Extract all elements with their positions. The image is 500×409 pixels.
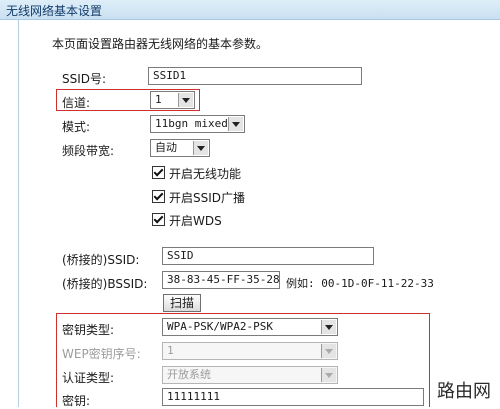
channel-select[interactable]: 1 [150, 91, 195, 109]
bssid-example-hint: 例如: 00-1D-0F-11-22-33 [286, 277, 434, 290]
bandwidth-value: 自动 [155, 141, 177, 154]
enable-wds-checkbox[interactable] [152, 213, 165, 226]
channel-value: 1 [155, 93, 162, 106]
bridged-bssid-input[interactable]: 38-83-45-FF-35-28 [162, 271, 280, 289]
chevron-down-icon[interactable] [321, 320, 336, 334]
wep-key-index-select[interactable]: 1 [162, 342, 338, 360]
page-description: 本页面设置路由器无线网络的基本参数。 [52, 37, 269, 51]
bridged-ssid-label: (桥接的)SSID: [62, 253, 140, 267]
chevron-down-icon[interactable] [178, 93, 193, 107]
mode-select[interactable]: 11bgn mixed [150, 115, 245, 133]
auth-type-label: 认证类型: [62, 371, 115, 385]
page-title: 无线网络基本设置 [6, 4, 103, 18]
ssid-label: SSID号: [62, 72, 107, 86]
key-input[interactable]: 11111111 [162, 388, 424, 406]
wep-key-index-label: WEP密钥序号: [62, 347, 141, 361]
mode-label: 模式: [62, 120, 91, 134]
bridged-ssid-input[interactable]: SSID [162, 247, 374, 265]
chevron-down-icon[interactable] [228, 117, 243, 131]
chevron-down-icon[interactable] [321, 368, 336, 382]
watermark-logo: 路由网 [434, 377, 494, 403]
scan-button[interactable]: 扫描 [163, 294, 202, 312]
enable-ssid-broadcast-label: 开启SSID广播 [169, 191, 246, 205]
enable-wireless-checkbox[interactable] [152, 166, 165, 179]
auth-type-select[interactable]: 开放系统 [162, 366, 338, 384]
key-type-value: WPA-PSK/WPA2-PSK [167, 320, 273, 333]
bandwidth-select[interactable]: 自动 [150, 139, 210, 157]
auth-type-value: 开放系统 [167, 368, 211, 381]
channel-label: 信道: [62, 96, 91, 110]
enable-wireless-label: 开启无线功能 [169, 167, 242, 181]
key-type-label: 密钥类型: [62, 323, 115, 337]
mode-value: 11bgn mixed [155, 117, 228, 130]
enable-wds-label: 开启WDS [169, 214, 222, 228]
title-bar: 无线网络基本设置 [0, 0, 500, 20]
bridged-bssid-label: (桥接的)BSSID: [62, 277, 148, 291]
bandwidth-label: 频段带宽: [62, 144, 115, 158]
key-type-select[interactable]: WPA-PSK/WPA2-PSK [162, 318, 338, 336]
enable-ssid-broadcast-checkbox[interactable] [152, 190, 165, 203]
key-label: 密钥: [62, 394, 91, 408]
chevron-down-icon[interactable] [321, 344, 336, 358]
wep-key-index-value: 1 [167, 344, 174, 357]
ssid-input[interactable]: SSID1 [148, 67, 362, 85]
chevron-down-icon[interactable] [193, 141, 208, 155]
